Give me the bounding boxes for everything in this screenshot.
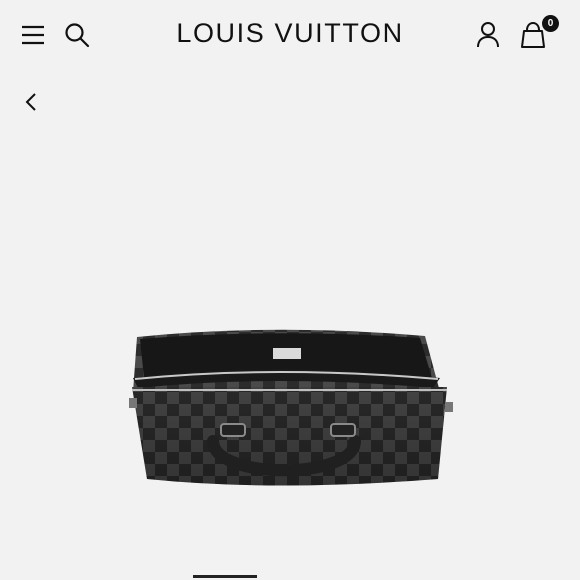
- product-image[interactable]: [95, 320, 455, 495]
- user-icon: [477, 22, 499, 48]
- back-button[interactable]: [20, 90, 42, 114]
- cart-count-badge: 0: [542, 15, 559, 32]
- image-carousel-progress: [193, 575, 257, 578]
- account-button[interactable]: [473, 20, 503, 50]
- chevron-left-icon: [25, 93, 36, 111]
- briefcase-image: [129, 329, 453, 486]
- top-navigation-bar: LOUIS VUITTON 0: [0, 0, 580, 68]
